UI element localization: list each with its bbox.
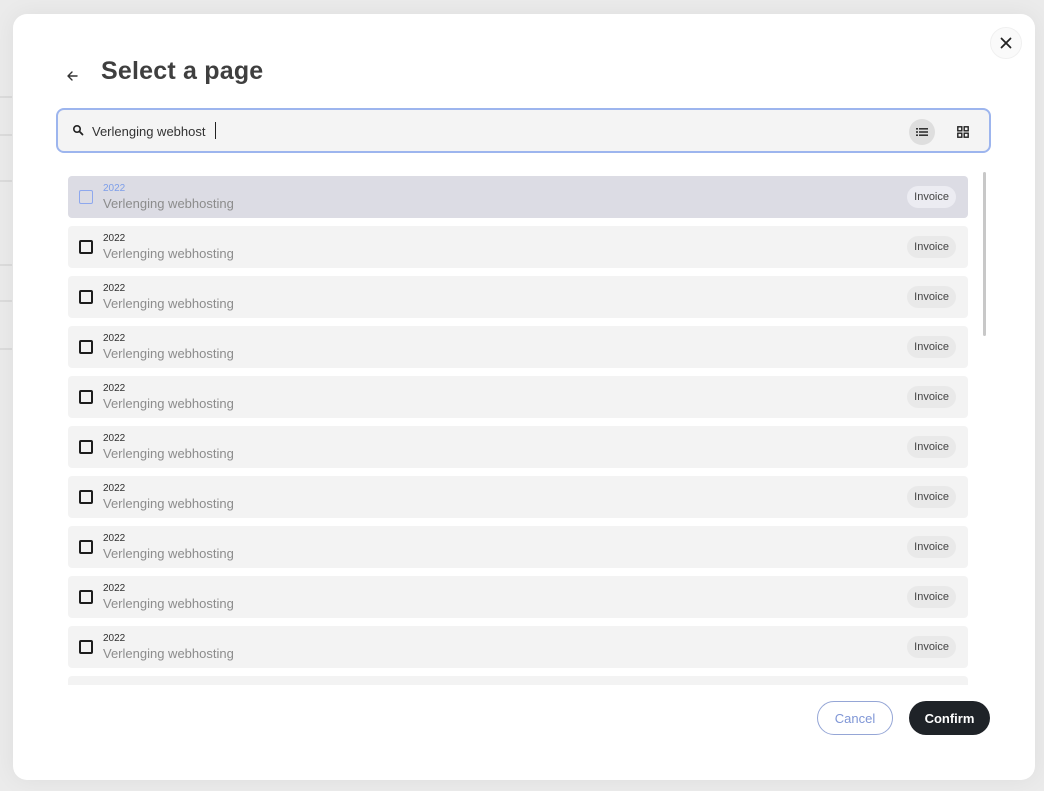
- grid-view-button[interactable]: [950, 119, 976, 145]
- row-title: Verlenging webhosting: [103, 596, 234, 611]
- row-year: 2022: [103, 533, 126, 544]
- type-badge: Invoice: [907, 436, 956, 458]
- text-cursor: [215, 122, 216, 139]
- row-title: Verlenging webhosting: [103, 246, 234, 261]
- result-row[interactable]: 2022 Verlenging webhosting Invoice: [68, 576, 968, 618]
- result-row[interactable]: 2022 Verlenging webhosting Invoice: [68, 326, 968, 368]
- background-page: [0, 0, 14, 791]
- row-year: 2022: [103, 433, 126, 444]
- close-button[interactable]: [990, 27, 1022, 59]
- type-badge: Invoice: [907, 286, 956, 308]
- row-year: 2022: [103, 333, 126, 344]
- results-list: 2022 Verlenging webhosting Invoice 2022 Verl…: [68, 176, 968, 685]
- type-badge: Invoice: [907, 536, 956, 558]
- row-checkbox[interactable]: [79, 190, 93, 204]
- result-row[interactable]: 2022 Verlenging webhosting Invoice: [68, 626, 968, 668]
- row-year: 2022: [103, 183, 126, 194]
- row-year: 2022: [103, 233, 126, 244]
- close-icon: [1000, 37, 1012, 49]
- scrollbar-thumb[interactable]: [983, 172, 986, 336]
- row-year: 2022: [103, 633, 126, 644]
- row-title: Verlenging webhosting: [103, 496, 234, 511]
- result-row[interactable]: 2022 Verlenging webhosting Invoice: [68, 176, 968, 218]
- row-title: Verlenging webhosting: [103, 196, 234, 211]
- cancel-button[interactable]: Cancel: [817, 701, 893, 735]
- result-row[interactable]: 2022 Verlenging webhosting Invoice: [68, 276, 968, 318]
- row-title: Verlenging webhosting: [103, 546, 234, 561]
- row-checkbox[interactable]: [79, 490, 93, 504]
- result-row[interactable]: 2022 Verlenging webhosting Invoice: [68, 226, 968, 268]
- type-badge: Invoice: [907, 186, 956, 208]
- confirm-button[interactable]: Confirm: [909, 701, 990, 735]
- row-year: 2022: [103, 583, 126, 594]
- result-row[interactable]: 2022 Verlenging webhosting Invoice: [68, 526, 968, 568]
- list-view-icon: [916, 128, 928, 136]
- type-badge: Invoice: [907, 236, 956, 258]
- row-year: 2022: [103, 383, 126, 394]
- select-page-dialog: Select a page 2022 Verlenging webhosting I…: [13, 14, 1035, 780]
- row-checkbox[interactable]: [79, 440, 93, 454]
- row-checkbox[interactable]: [79, 640, 93, 654]
- row-title: Verlenging webhosting: [103, 346, 234, 361]
- search-bar: [56, 108, 991, 153]
- row-title: Verlenging webhosting: [103, 646, 234, 661]
- row-checkbox[interactable]: [79, 540, 93, 554]
- row-checkbox[interactable]: [79, 390, 93, 404]
- arrow-left-icon: [66, 71, 78, 81]
- row-year: 2022: [103, 283, 126, 294]
- type-badge: Invoice: [907, 636, 956, 658]
- result-row[interactable]: 2022 Verlenging webhosting Invoice: [68, 376, 968, 418]
- scrollbar[interactable]: [983, 172, 987, 684]
- result-row-partial[interactable]: [68, 676, 968, 685]
- row-year: 2022: [103, 483, 126, 494]
- search-input[interactable]: [92, 119, 872, 143]
- result-row[interactable]: 2022 Verlenging webhosting Invoice: [68, 476, 968, 518]
- result-row[interactable]: 2022 Verlenging webhosting Invoice: [68, 426, 968, 468]
- dialog-title: Select a page: [101, 57, 264, 85]
- row-checkbox[interactable]: [79, 240, 93, 254]
- row-checkbox[interactable]: [79, 340, 93, 354]
- type-badge: Invoice: [907, 486, 956, 508]
- row-title: Verlenging webhosting: [103, 396, 234, 411]
- row-title: Verlenging webhosting: [103, 296, 234, 311]
- type-badge: Invoice: [907, 336, 956, 358]
- type-badge: Invoice: [907, 586, 956, 608]
- row-title: Verlenging webhosting: [103, 446, 234, 461]
- search-icon: [72, 124, 84, 136]
- row-checkbox[interactable]: [79, 290, 93, 304]
- row-checkbox[interactable]: [79, 590, 93, 604]
- list-view-button[interactable]: [909, 119, 935, 145]
- back-button[interactable]: [62, 66, 82, 86]
- grid-view-icon: [957, 126, 969, 138]
- type-badge: Invoice: [907, 386, 956, 408]
